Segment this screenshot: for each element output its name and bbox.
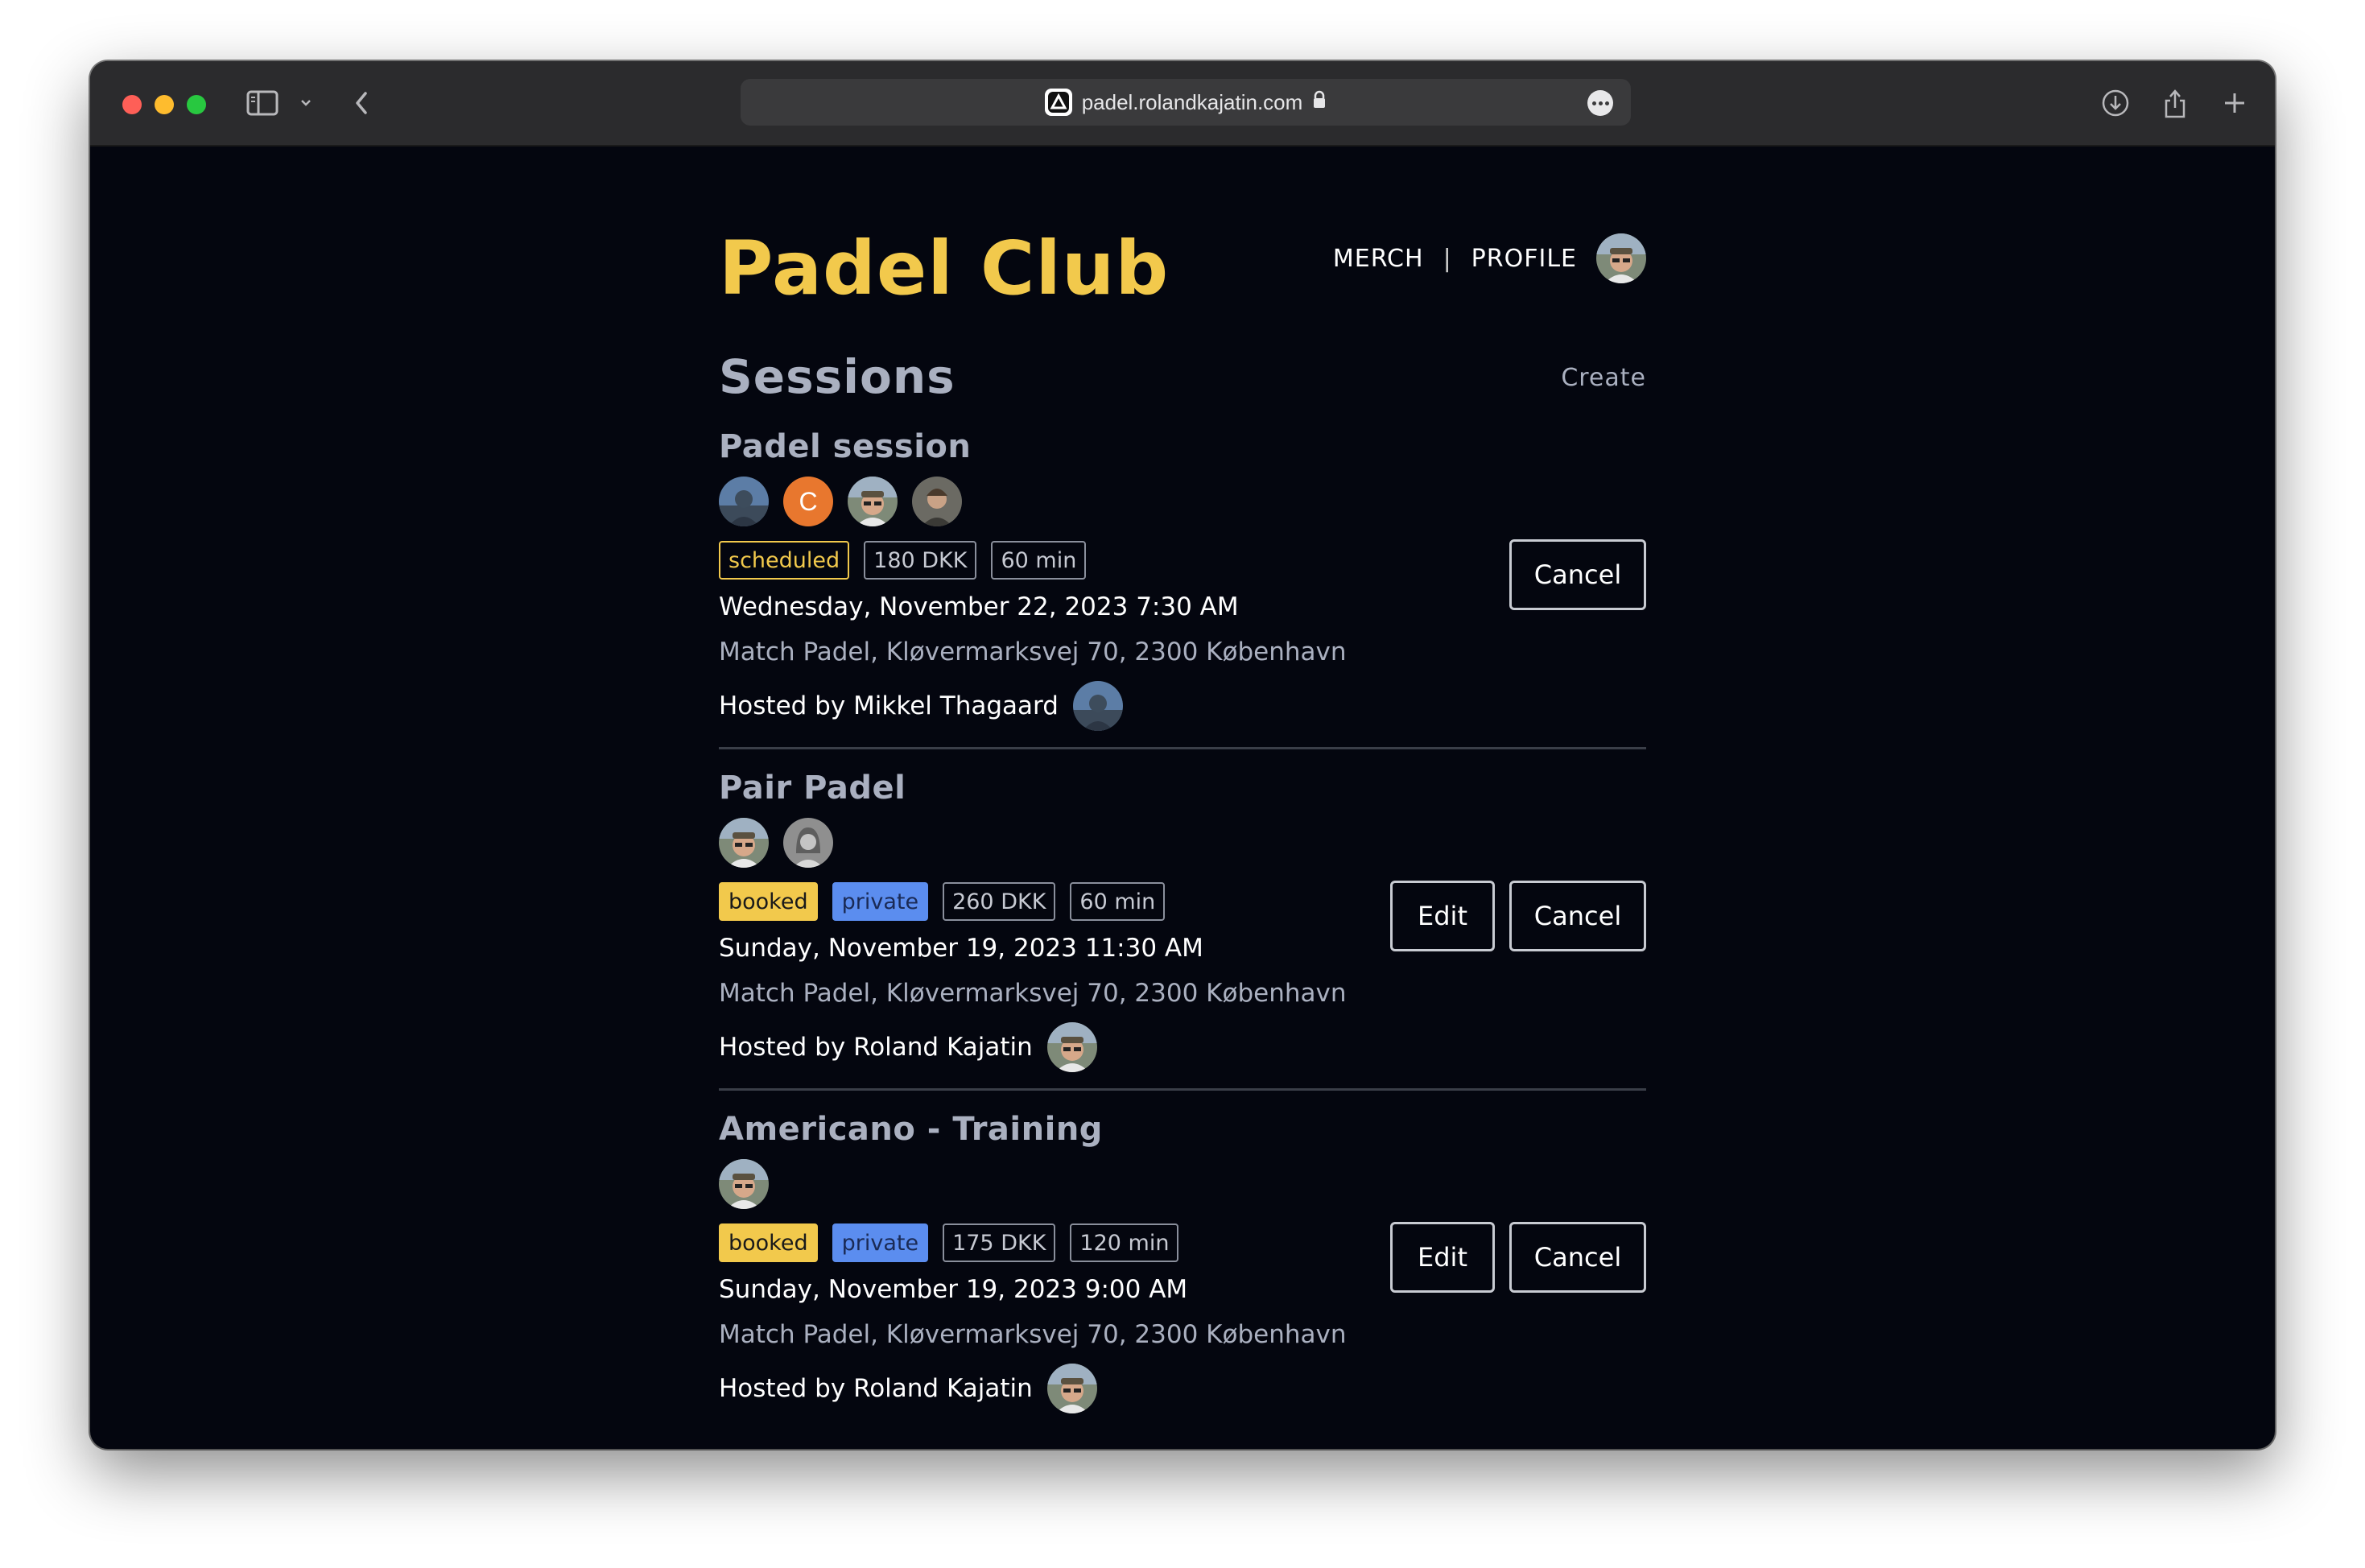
- chevron-down-icon[interactable]: [296, 85, 316, 121]
- session-date: Sunday, November 19, 2023 11:30 AM: [719, 934, 1203, 963]
- duration-badge: 120 min: [1070, 1223, 1179, 1262]
- profile-avatar[interactable]: [1596, 233, 1646, 283]
- session-date: Sunday, November 19, 2023 9:00 AM: [719, 1275, 1188, 1304]
- visibility-badge: private: [832, 1223, 929, 1262]
- cancel-button[interactable]: Cancel: [1509, 539, 1646, 610]
- participant-avatar[interactable]: [848, 477, 898, 526]
- session-actions: Edit Cancel: [1390, 1222, 1646, 1293]
- host-label: Hosted by Roland Kajatin: [719, 1374, 1033, 1403]
- page-title: Sessions: [719, 349, 955, 404]
- session-host: Hosted by Mikkel Thagaard: [719, 681, 1123, 731]
- participant-avatar[interactable]: [719, 818, 769, 868]
- session-tags: booked private 260 DKK 60 min: [719, 882, 1166, 921]
- visibility-badge: private: [832, 882, 929, 921]
- session-host: Hosted by Roland Kajatin: [719, 1364, 1097, 1413]
- session-actions: Edit Cancel: [1390, 881, 1646, 951]
- session-divider: [719, 747, 1646, 749]
- lock-icon: [1312, 90, 1327, 115]
- host-label: Hosted by Mikkel Thagaard: [719, 691, 1059, 720]
- status-badge: scheduled: [719, 541, 850, 580]
- page-menu-icon[interactable]: [1587, 90, 1613, 116]
- session-title[interactable]: Americano - Training: [719, 1111, 1103, 1148]
- nav-separator: |: [1443, 244, 1452, 273]
- new-tab-icon[interactable]: [2217, 85, 2252, 121]
- participant-list: [719, 1159, 769, 1209]
- price-badge: 180 DKK: [864, 541, 977, 580]
- participant-avatar[interactable]: [912, 477, 962, 526]
- page-content: Padel Club MERCH | PROFILE Sessions Crea…: [90, 145, 2275, 1449]
- host-avatar[interactable]: [1046, 1364, 1097, 1413]
- nav-profile-link[interactable]: PROFILE: [1471, 245, 1577, 273]
- host-label: Hosted by Roland Kajatin: [719, 1033, 1033, 1062]
- duration-badge: 60 min: [991, 541, 1087, 580]
- participant-avatar[interactable]: [719, 1159, 769, 1209]
- cancel-button[interactable]: Cancel: [1509, 1222, 1646, 1293]
- host-avatar[interactable]: [1046, 1022, 1097, 1072]
- participant-list: C: [719, 477, 962, 526]
- status-badge: booked: [719, 1223, 818, 1262]
- top-nav: MERCH | PROFILE: [1333, 233, 1646, 283]
- zoom-window-button[interactable]: [187, 95, 206, 114]
- sidebar-toggle-icon[interactable]: [245, 85, 280, 121]
- edit-button[interactable]: Edit: [1390, 881, 1495, 951]
- session-divider: [719, 1088, 1646, 1091]
- price-badge: 175 DKK: [943, 1223, 1056, 1262]
- session-location: Match Padel, Kløvermarksvej 70, 2300 Køb…: [719, 638, 1347, 666]
- back-arrow-icon[interactable]: [349, 85, 374, 121]
- session-title[interactable]: Pair Padel: [719, 770, 906, 807]
- host-avatar[interactable]: [1072, 681, 1123, 731]
- nav-merch-link[interactable]: MERCH: [1333, 245, 1424, 273]
- duration-badge: 60 min: [1070, 882, 1166, 921]
- session-location: Match Padel, Kløvermarksvej 70, 2300 Køb…: [719, 1320, 1347, 1349]
- browser-window: padel.rolandkajatin.com Padel Club MERCH…: [90, 61, 2275, 1449]
- participant-avatar[interactable]: C: [783, 477, 833, 526]
- close-window-button[interactable]: [122, 95, 142, 114]
- price-badge: 260 DKK: [943, 882, 1056, 921]
- brand-logo[interactable]: Padel Club: [719, 225, 1169, 312]
- minimize-window-button[interactable]: [155, 95, 174, 114]
- status-badge: booked: [719, 882, 818, 921]
- create-session-link[interactable]: Create: [1561, 364, 1646, 392]
- participant-avatar[interactable]: [783, 818, 833, 868]
- session-tags: scheduled 180 DKK 60 min: [719, 541, 1087, 580]
- edit-button[interactable]: Edit: [1390, 1222, 1495, 1293]
- participant-list: [719, 818, 833, 868]
- address-bar[interactable]: padel.rolandkajatin.com: [741, 79, 1631, 126]
- session-tags: booked private 175 DKK 120 min: [719, 1223, 1179, 1262]
- session-date: Wednesday, November 22, 2023 7:30 AM: [719, 592, 1239, 621]
- session-host: Hosted by Roland Kajatin: [719, 1022, 1097, 1072]
- cancel-button[interactable]: Cancel: [1509, 881, 1646, 951]
- participant-avatar[interactable]: [719, 477, 769, 526]
- browser-toolbar: padel.rolandkajatin.com: [90, 61, 2275, 146]
- session-location: Match Padel, Kløvermarksvej 70, 2300 Køb…: [719, 979, 1347, 1008]
- session-actions: Cancel: [1509, 539, 1646, 610]
- url-text: padel.rolandkajatin.com: [1081, 89, 1303, 114]
- session-title[interactable]: Padel session: [719, 428, 971, 465]
- site-favicon-icon: [1044, 89, 1072, 116]
- downloads-icon[interactable]: [2098, 85, 2133, 121]
- share-icon[interactable]: [2157, 85, 2193, 121]
